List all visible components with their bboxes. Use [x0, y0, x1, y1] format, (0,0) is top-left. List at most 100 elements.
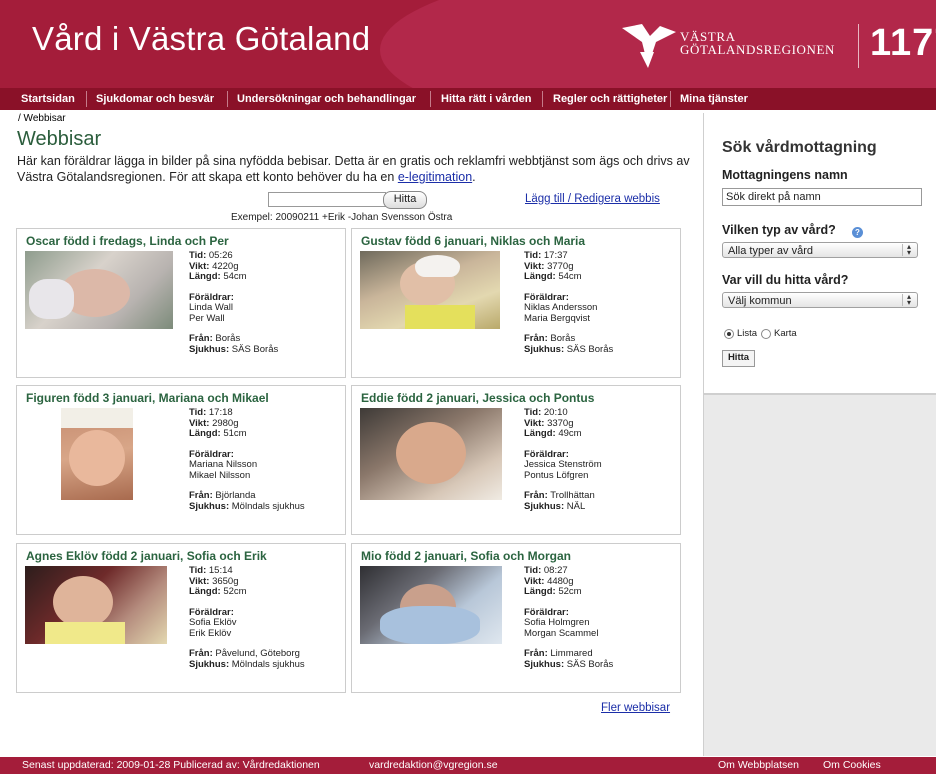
webbis-title[interactable]: Agnes Eklöv född 2 januari, Sofia och Er… — [26, 549, 267, 563]
nav-hitta[interactable]: Hitta rätt i vården — [441, 88, 531, 110]
from-label: Från: — [524, 333, 548, 344]
care-type-select[interactable]: Alla typer av vård ▴ ▾ — [722, 242, 918, 258]
sidebar: Sök vårdmottagning Mottagningens namn Vi… — [703, 113, 936, 756]
municipality-value: Välj kommun — [728, 295, 792, 307]
from-label: Från: — [189, 490, 213, 501]
map-radio[interactable] — [761, 329, 771, 339]
main-nav: Startsidan Sjukdomar och besvär Undersök… — [0, 88, 936, 110]
map-radio-label: Karta — [774, 328, 797, 339]
site-title[interactable]: Vård i Västra Götaland — [32, 20, 370, 58]
webbis-title[interactable]: Mio född 2 januari, Sofia och Morgan — [361, 549, 571, 563]
birth-length: 54cm — [558, 271, 582, 282]
parent-name: Niklas Andersson — [524, 302, 598, 313]
birth-time: 17:18 — [208, 407, 233, 418]
nav-sjukdomar[interactable]: Sjukdomar och besvär — [96, 88, 214, 110]
weight-label: Vikt: — [189, 417, 210, 429]
webbis-card[interactable]: Agnes Eklöv född 2 januari, Sofia och Er… — [16, 543, 346, 693]
hotline-number[interactable]: 1177 — [870, 22, 936, 65]
webbis-card[interactable]: Mio född 2 januari, Sofia och Morgan Tid… — [351, 543, 681, 693]
baby-photo[interactable] — [360, 251, 500, 329]
parents-label: Föräldrar: — [189, 291, 234, 303]
webbis-card[interactable]: Eddie född 2 januari, Jessica och Pontus… — [351, 385, 681, 535]
hospital: SÄS Borås — [566, 343, 614, 355]
webbis-search-input[interactable] — [268, 192, 386, 207]
baby-photo[interactable] — [25, 566, 167, 644]
nav-mina-tjanster[interactable]: Mina tjänster — [680, 88, 748, 110]
municipality-select[interactable]: Välj kommun ▴ ▾ — [722, 292, 918, 308]
help-icon[interactable]: ? — [852, 227, 863, 238]
birth-weight: 3770g — [547, 260, 574, 272]
baby-photo[interactable] — [25, 251, 173, 329]
length-label: Längd: — [524, 271, 556, 282]
webbis-search-button[interactable]: Hitta — [383, 191, 427, 209]
intro-body: Här kan föräldrar lägga in bilder på sin… — [17, 154, 690, 184]
more-webbisar-link[interactable]: Fler webbisar — [601, 702, 670, 714]
hospital: SÄS Borås — [231, 343, 279, 355]
webbis-card[interactable]: Gustav född 6 januari, Niklas och Maria … — [351, 228, 681, 378]
nav-divider — [227, 91, 228, 107]
parent-name: Sofia Eklöv — [189, 617, 237, 628]
time-label: Tid: — [524, 250, 542, 261]
hospital-label: Sjukhus: — [524, 658, 565, 670]
parents-label: Föräldrar: — [189, 606, 234, 618]
hometown: Trollhättan — [550, 490, 595, 501]
cookies-link[interactable]: Om Cookies — [823, 757, 881, 774]
hometown: Påvelund, Göteborg — [215, 648, 300, 659]
site-footer: Senast uppdaterad: 2009-01-28 Publicerad… — [0, 757, 936, 774]
from-label: Från: — [524, 648, 548, 659]
baby-photo[interactable] — [360, 408, 502, 500]
select-arrows-icon: ▴ ▾ — [902, 293, 915, 307]
parent-name: Mariana Nilsson — [189, 459, 258, 470]
webbis-card[interactable]: Figuren född 3 januari, Mariana och Mika… — [16, 385, 346, 535]
breadcrumb: / Webbisar — [18, 113, 66, 124]
add-edit-webbis-link[interactable]: Lägg till / Redigera webbis — [525, 193, 660, 205]
about-site-link[interactable]: Om Webbplatsen — [718, 757, 799, 774]
select-arrows-icon: ▴ ▾ — [902, 243, 915, 257]
hometown: Limmared — [550, 648, 593, 659]
e-legitimation-link[interactable]: e-legitimation — [398, 170, 472, 184]
birth-time: 05:26 — [208, 250, 233, 261]
nav-undersokningar[interactable]: Undersökningar och behandlingar — [237, 88, 416, 110]
intro-text: Här kan föräldrar lägga in bilder på sin… — [17, 153, 697, 185]
time-label: Tid: — [189, 250, 207, 261]
baby-photo[interactable] — [360, 566, 502, 644]
webbis-title[interactable]: Figuren född 3 januari, Mariana och Mika… — [26, 391, 269, 405]
birth-length: 52cm — [223, 586, 247, 597]
hospital: SÄS Borås — [566, 658, 614, 670]
birth-time: 17:37 — [543, 250, 568, 261]
nav-startsidan[interactable]: Startsidan — [21, 88, 75, 110]
editor-email-link[interactable]: vardredaktion@vgregion.se — [369, 757, 498, 774]
webbis-title[interactable]: Gustav född 6 januari, Niklas och Maria — [361, 234, 585, 248]
list-radio[interactable] — [724, 329, 734, 339]
weight-label: Vikt: — [189, 260, 210, 272]
webbis-card[interactable]: Oscar född i fredags, Linda och Per Tid:… — [16, 228, 346, 378]
birth-length: 49cm — [558, 428, 582, 439]
hospital: Mölndals sjukhus — [231, 500, 305, 512]
weight-label: Vikt: — [189, 575, 210, 587]
nav-divider — [670, 91, 671, 107]
nav-divider — [542, 91, 543, 107]
weight-label: Vikt: — [524, 575, 545, 587]
clinic-name-input[interactable] — [722, 188, 922, 206]
length-label: Längd: — [189, 586, 221, 597]
baby-info: Tid: 15:14 Vikt: 3650g Längd: 52cm Föräl… — [189, 565, 305, 670]
hospital: Mölndals sjukhus — [231, 658, 305, 670]
last-updated: Senast uppdaterad: 2009-01-28 Publicerad… — [22, 759, 320, 771]
length-label: Längd: — [189, 271, 221, 282]
length-label: Längd: — [524, 586, 556, 597]
webbis-title[interactable]: Eddie född 2 januari, Jessica och Pontus — [361, 391, 594, 405]
parents-label: Föräldrar: — [524, 291, 569, 303]
clinic-search-button[interactable]: Hitta — [722, 350, 755, 367]
webbis-title[interactable]: Oscar född i fredags, Linda och Per — [26, 234, 229, 248]
birth-time: 20:10 — [543, 407, 568, 418]
weight-label: Vikt: — [524, 260, 545, 272]
nav-regler[interactable]: Regler och rättigheter — [553, 88, 667, 110]
birth-weight: 2980g — [212, 417, 239, 429]
region-line-2: GÖTALANDSREGIONEN — [680, 42, 836, 57]
hometown: Borås — [215, 333, 241, 344]
parent-name: Pontus Löfgren — [524, 469, 589, 481]
baby-photo[interactable] — [61, 408, 133, 500]
birth-weight: 4480g — [547, 575, 574, 587]
length-label: Längd: — [189, 428, 221, 439]
parents-label: Föräldrar: — [524, 448, 569, 460]
